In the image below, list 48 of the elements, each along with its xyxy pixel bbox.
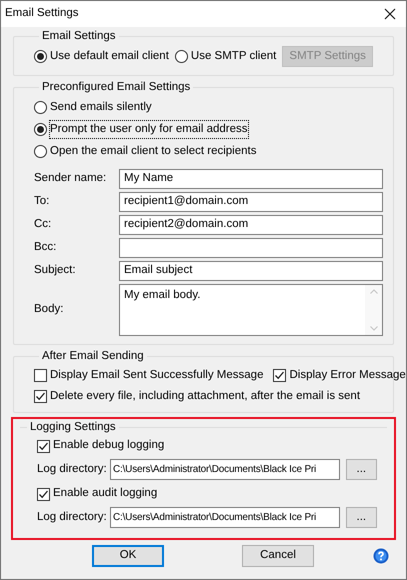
checkbox[interactable] <box>34 369 47 382</box>
radio-button[interactable] <box>34 50 47 64</box>
input-field[interactable]: My Name <box>119 168 383 188</box>
field-label: Log directory: <box>37 462 105 477</box>
field-label: Sender name: <box>34 170 108 186</box>
radio-label[interactable]: Prompt the user only for email address <box>50 120 248 138</box>
group-title: Email Settings <box>41 29 117 44</box>
field-label: Cc: <box>34 216 52 232</box>
group-title: Logging Settings <box>29 420 117 435</box>
field-label: To: <box>34 194 50 209</box>
cancel-button[interactable]: Cancel <box>242 545 314 567</box>
scroll-bar[interactable] <box>365 284 382 334</box>
checkbox[interactable] <box>37 488 50 500</box>
directory-field[interactable]: C:\Users\Administrator\Documents\Black Ice Pri <box>110 459 340 480</box>
help-icon[interactable] <box>373 548 389 564</box>
radio-label[interactable]: Use SMTP client <box>190 48 276 66</box>
field-label: Body: <box>34 302 64 317</box>
browse-button[interactable]: ... <box>346 507 377 528</box>
radio-label[interactable]: Use default email client <box>50 48 169 66</box>
checkbox[interactable] <box>34 390 47 404</box>
input-field[interactable]: recipient1@domain.com <box>119 192 383 212</box>
checkbox-label[interactable]: Enable audit logging <box>53 485 158 503</box>
checkbox-label[interactable]: Delete every file, including attachment, after the email is sent <box>50 388 360 406</box>
input-field[interactable] <box>119 238 383 258</box>
checkbox-label[interactable]: Enable debug logging <box>53 437 164 455</box>
close-icon[interactable] <box>384 8 396 20</box>
checkbox-label[interactable]: Display Email Sent Successfully Message <box>50 367 264 384</box>
checkbox[interactable] <box>37 440 50 452</box>
input-field[interactable]: Email subject <box>119 260 383 280</box>
field-label: Bcc: <box>34 240 58 255</box>
radio-label[interactable]: Send emails silently <box>50 98 152 116</box>
radio-button[interactable] <box>174 50 188 64</box>
checkbox[interactable] <box>273 369 286 382</box>
radio-button[interactable] <box>34 145 47 158</box>
radio-button[interactable] <box>34 123 47 136</box>
field-label: Log directory: <box>37 510 105 525</box>
group-title: After Email Sending <box>41 348 145 364</box>
window-title: Email Settings <box>5 6 79 22</box>
field-label: Subject: <box>34 262 77 278</box>
radio-label[interactable]: Open the email client to select recipients <box>50 142 256 160</box>
checkbox-label[interactable]: Display Error Message <box>289 367 406 384</box>
browse-button[interactable]: ... <box>346 459 377 480</box>
directory-field[interactable]: C:\Users\Administrator\Documents\Black Ice Pri <box>110 507 340 528</box>
ok-button[interactable]: OK <box>92 545 164 567</box>
input-field[interactable]: recipient2@domain.com <box>119 214 383 234</box>
body-field[interactable]: My email body. <box>119 284 383 336</box>
radio-button[interactable] <box>34 101 47 114</box>
group-title: Preconfigured Email Settings <box>41 80 192 96</box>
